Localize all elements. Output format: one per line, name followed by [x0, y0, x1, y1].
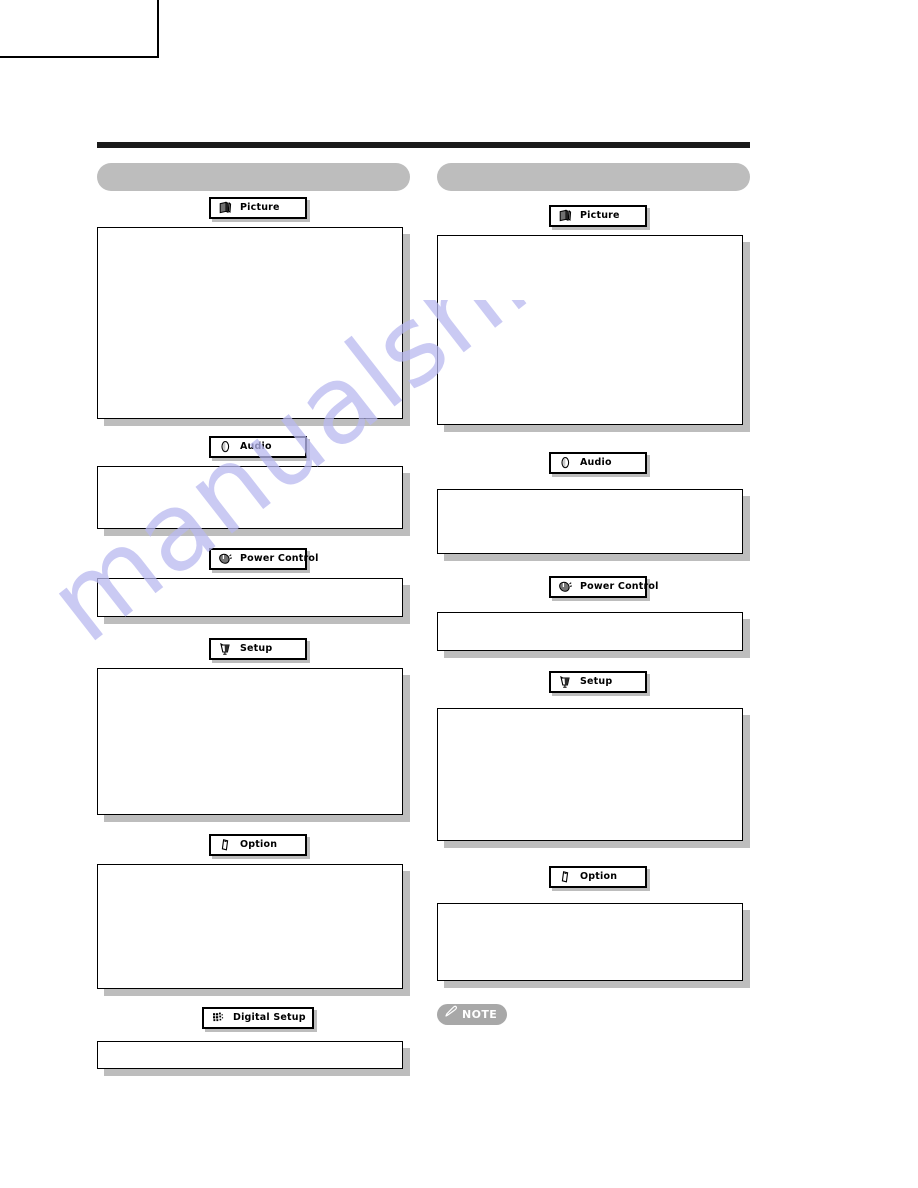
content-panel-setup — [97, 668, 403, 815]
menu-button-picture[interactable]: Picture — [549, 205, 647, 227]
menu-button-label: Setup — [240, 643, 273, 655]
content-panel-picture — [97, 227, 403, 419]
audio-icon — [218, 440, 233, 455]
menu-button-setup[interactable]: Setup — [209, 638, 307, 660]
option-icon — [218, 838, 233, 853]
menu-button-label: Setup — [580, 676, 613, 688]
menu-button-label: Audio — [580, 457, 612, 469]
option-icon — [558, 870, 573, 885]
menu-button-label: Audio — [240, 441, 272, 453]
menu-button-setup[interactable]: Setup — [549, 671, 647, 693]
picture-icon — [218, 201, 233, 216]
menu-button-label: Power Control — [580, 581, 659, 593]
content-panel-audio — [97, 466, 403, 529]
header-rule — [97, 142, 750, 148]
audio-icon — [558, 456, 573, 471]
power-control-icon — [558, 580, 573, 595]
power-control-icon — [218, 552, 233, 567]
menu-button-power-control[interactable]: Power Control — [549, 576, 658, 598]
note-label: NOTE — [462, 1008, 498, 1021]
digital-setup-icon — [211, 1011, 226, 1026]
picture-icon — [558, 209, 573, 224]
menu-button-power-control[interactable]: Power Control — [209, 548, 318, 570]
menu-button-picture[interactable]: Picture — [209, 197, 307, 219]
menu-button-label: Power Control — [240, 553, 319, 565]
pencil-icon — [443, 1005, 458, 1024]
menu-button-audio[interactable]: Audio — [209, 436, 307, 458]
content-panel-setup — [437, 708, 743, 841]
content-panel-audio — [437, 489, 743, 554]
menu-button-option[interactable]: Option — [209, 834, 307, 856]
menu-button-label: Picture — [580, 210, 620, 222]
content-panel-digital-setup — [97, 1041, 403, 1069]
setup-icon — [558, 675, 573, 690]
note-badge: NOTE — [437, 1004, 508, 1025]
manual-page: manualshive.com Picture Audio Power Cont… — [0, 0, 918, 1188]
setup-icon — [218, 642, 233, 657]
menu-button-label: Picture — [240, 202, 280, 214]
menu-button-label: Digital Setup — [233, 1012, 306, 1024]
menu-button-audio[interactable]: Audio — [549, 452, 647, 474]
menu-button-option[interactable]: Option — [549, 866, 647, 888]
content-panel-option — [437, 903, 743, 981]
content-panel-option — [97, 864, 403, 989]
content-panel-power-control — [97, 578, 403, 617]
corner-tab — [0, 0, 159, 58]
section-header-bar-right — [437, 163, 750, 191]
menu-button-digital-setup[interactable]: Digital Setup — [202, 1007, 314, 1029]
menu-button-label: Option — [580, 871, 618, 883]
section-header-bar-left — [97, 163, 410, 191]
content-panel-power-control — [437, 612, 743, 651]
content-panel-picture — [437, 235, 743, 425]
menu-button-label: Option — [240, 839, 278, 851]
